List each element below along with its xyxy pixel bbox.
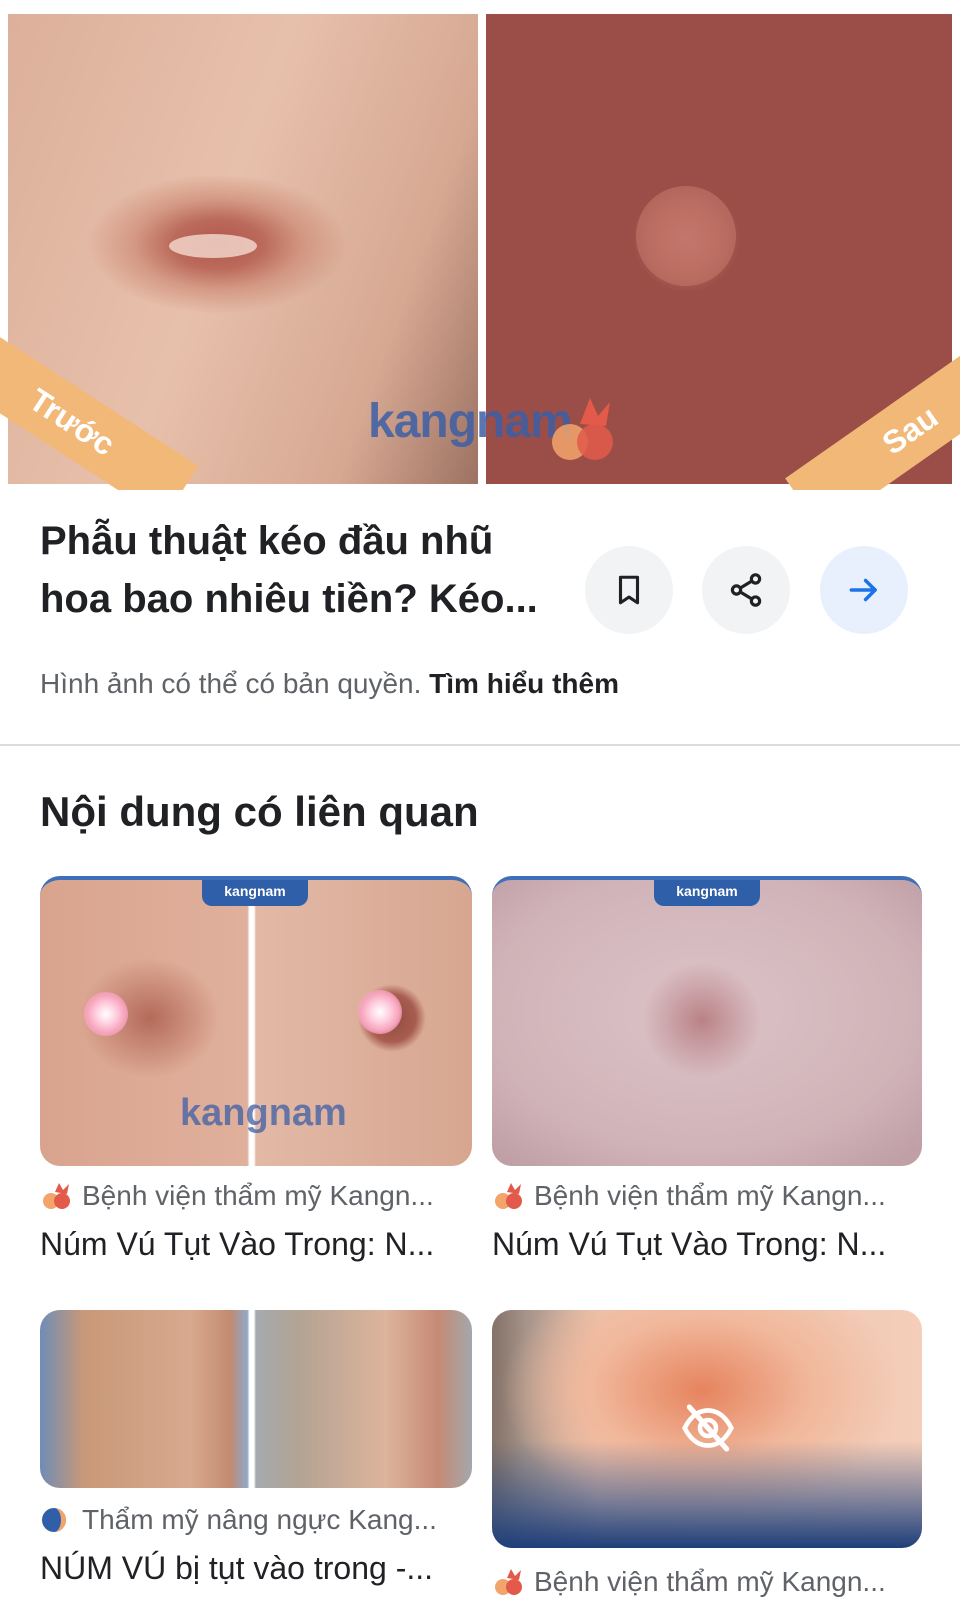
kangnam-watermark: kangnam: [180, 1092, 347, 1134]
result-title[interactable]: Phẫu thuật kéo đầu nhũ hoa bao nhiêu tiề…: [40, 512, 560, 628]
card-title[interactable]: Núm Vú Tụt Vào Trong: N...: [40, 1226, 434, 1263]
card-source[interactable]: Bệnh viện thẩm mỹ Kangn...: [492, 1180, 886, 1212]
copyright-text: Hình ảnh có thể có bản quyền.: [40, 668, 422, 699]
divider: [0, 744, 960, 746]
bookmark-icon: [618, 575, 640, 605]
visit-button[interactable]: [820, 546, 908, 634]
site-logo-icon: [42, 1508, 66, 1532]
kangnam-logo-icon: [43, 1183, 70, 1209]
hero-image[interactable]: Trước Sau kangnam: [0, 14, 960, 490]
learn-more-link[interactable]: Tìm hiểu thêm: [429, 668, 619, 699]
arrow-right-icon: [849, 578, 877, 602]
flower-icon: [84, 992, 128, 1036]
card-source[interactable]: Thẩm mỹ nâng ngực Kang...: [40, 1504, 437, 1536]
kangnam-badge: kangnam: [654, 880, 760, 906]
flower-icon: [358, 990, 402, 1034]
share-button[interactable]: [702, 546, 790, 634]
related-card-image-hidden[interactable]: [492, 1310, 922, 1548]
eye-off-icon: [682, 1404, 734, 1452]
card-source[interactable]: Bệnh viện thẩm mỹ Kangn...: [492, 1566, 886, 1598]
copyright-notice: Hình ảnh có thể có bản quyền. Tìm hiểu t…: [40, 668, 619, 700]
card-title[interactable]: NÚM VÚ bị tụt vào trong -...: [40, 1550, 433, 1587]
related-card-image[interactable]: kangnam kangnam: [40, 876, 472, 1166]
related-card-image[interactable]: kangnam: [492, 876, 922, 1166]
card-title[interactable]: Núm Vú Tụt Vào Trong: N...: [492, 1226, 886, 1263]
related-heading: Nội dung có liên quan: [40, 788, 479, 835]
save-button[interactable]: [585, 546, 673, 634]
kangnam-badge: kangnam: [202, 880, 308, 906]
kangnam-logo-icon: [495, 1569, 522, 1595]
kangnam-logo-icon: [552, 398, 613, 460]
card-source[interactable]: Bệnh viện thẩm mỹ Kangn...: [40, 1180, 434, 1212]
related-card-image[interactable]: [40, 1310, 472, 1488]
share-icon: [730, 573, 762, 607]
kangnam-logo-icon: [495, 1183, 522, 1209]
